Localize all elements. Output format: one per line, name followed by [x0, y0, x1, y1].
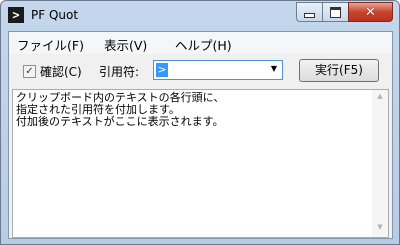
- confirm-label[interactable]: 確認(C): [40, 63, 82, 80]
- minimize-button[interactable]: [296, 2, 322, 22]
- minimize-icon: [304, 12, 315, 18]
- close-icon: ✕: [365, 4, 376, 20]
- run-button[interactable]: 実行(F5): [299, 59, 379, 82]
- title-bar[interactable]: > PF Quot ✕: [1, 1, 399, 31]
- quote-select-value: >: [156, 63, 168, 77]
- chevron-down-icon[interactable]: ▼: [271, 64, 277, 73]
- menu-file[interactable]: ファイル(F): [17, 35, 84, 54]
- menu-help[interactable]: ヘルプ(H): [175, 35, 232, 54]
- caption-buttons: ✕: [296, 2, 393, 22]
- quote-select[interactable]: > ▼: [153, 60, 283, 80]
- output-textarea[interactable]: クリップボード内のテキストの各行頭に、 指定された引用符を付加します。 付加後の…: [12, 89, 389, 238]
- window-title: PF Quot: [31, 8, 79, 22]
- output-text: クリップボード内のテキストの各行頭に、 指定された引用符を付加します。 付加後の…: [16, 91, 225, 128]
- scroll-up-icon[interactable]: ▲: [372, 92, 388, 104]
- close-button[interactable]: ✕: [348, 2, 393, 22]
- quote-label: 引用符:: [99, 65, 140, 79]
- menu-view[interactable]: 表示(V): [104, 35, 147, 54]
- app-icon[interactable]: >: [8, 7, 24, 23]
- scroll-down-icon[interactable]: ▼: [372, 223, 388, 235]
- client-area: ファイル(F) 表示(V) ヘルプ(H) ✓ 確認(C) 引用符: > ▼ 実行…: [8, 31, 393, 239]
- confirm-checkbox[interactable]: ✓: [23, 65, 36, 78]
- toolbar: ✓ 確認(C) 引用符: > ▼ 実行(F5): [9, 56, 392, 84]
- vertical-scrollbar[interactable]: ▲ ▼: [372, 90, 388, 237]
- app-window: > PF Quot ✕ ファイル(F) 表示(V) ヘルプ(H) ✓ 確認(C)…: [0, 0, 400, 245]
- maximize-icon: [330, 6, 341, 18]
- maximize-button[interactable]: [322, 2, 348, 22]
- menu-bar: ファイル(F) 表示(V) ヘルプ(H): [9, 32, 392, 54]
